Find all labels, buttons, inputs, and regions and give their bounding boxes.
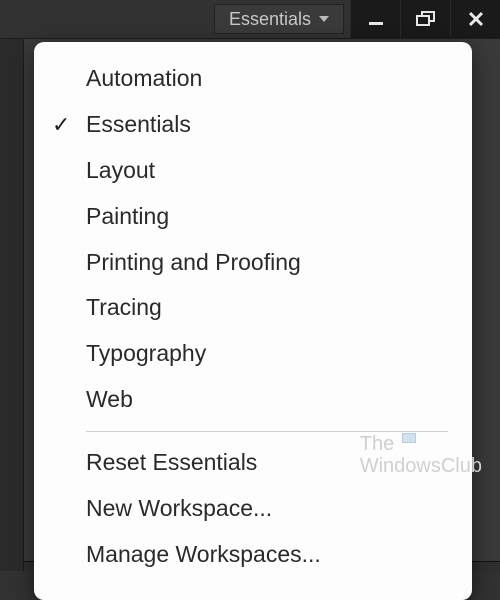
workspace-switcher-label: Essentials <box>229 9 311 30</box>
menu-item-label: Manage Workspaces... <box>86 540 448 570</box>
left-panel-rail <box>0 39 24 571</box>
close-button[interactable] <box>450 0 500 38</box>
workspace-menu-item-layout[interactable]: Layout <box>34 148 472 194</box>
menu-item-label: Typography <box>86 339 448 369</box>
menu-item-label: Automation <box>86 64 448 94</box>
menu-item-label: Layout <box>86 156 448 186</box>
checkmark-icon: ✓ <box>52 111 86 140</box>
menu-item-label: Reset Essentials <box>86 448 448 478</box>
workspace-menu-item-reset[interactable]: Reset Essentials <box>34 440 472 486</box>
workspace-menu-item-essentials[interactable]: ✓ Essentials <box>34 102 472 148</box>
workspace-menu-item-new-workspace[interactable]: New Workspace... <box>34 486 472 532</box>
restore-button[interactable] <box>400 0 450 38</box>
window-controls <box>350 0 500 38</box>
close-icon <box>467 10 485 28</box>
workspace-switcher-button[interactable]: Essentials <box>214 4 344 34</box>
workspace-menu-item-printing-and-proofing[interactable]: Printing and Proofing <box>34 240 472 286</box>
titlebar: Essentials <box>0 0 500 38</box>
workspace-menu-item-automation[interactable]: Automation <box>34 56 472 102</box>
workspace-menu-item-typography[interactable]: Typography <box>34 331 472 377</box>
menu-item-label: New Workspace... <box>86 494 448 524</box>
workspace-menu-item-web[interactable]: Web <box>34 377 472 423</box>
menu-item-label: Painting <box>86 202 448 232</box>
workspace-menu: Automation ✓ Essentials Layout Painting … <box>34 42 472 600</box>
menu-item-label: Printing and Proofing <box>86 248 448 278</box>
menu-item-label: Essentials <box>86 110 448 140</box>
menu-separator <box>86 431 448 432</box>
menu-item-label: Tracing <box>86 293 448 323</box>
restore-icon <box>416 11 436 27</box>
workspace-menu-item-painting[interactable]: Painting <box>34 194 472 240</box>
minimize-icon <box>367 10 385 28</box>
minimize-button[interactable] <box>350 0 400 38</box>
menu-item-label: Web <box>86 385 448 415</box>
workspace-menu-item-tracing[interactable]: Tracing <box>34 285 472 331</box>
dropdown-triangle-icon <box>319 16 329 22</box>
